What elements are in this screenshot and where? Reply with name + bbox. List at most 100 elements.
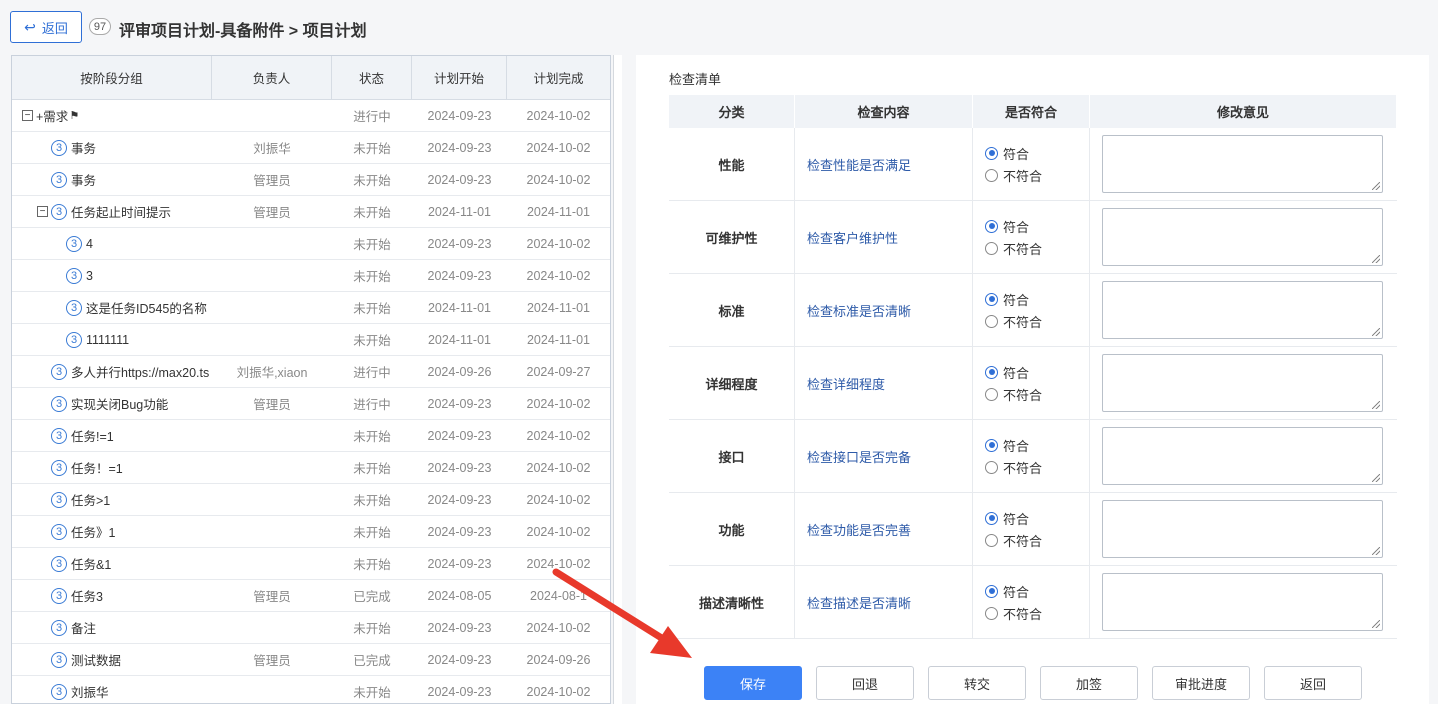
table-row[interactable]: − +需求 ⚑ 进行中 2024-09-23 2024-10-02 xyxy=(12,100,610,132)
task-name-cell[interactable]: 3 任务！=1 xyxy=(12,452,212,484)
table-row[interactable]: 3 这是任务ID545的名称 未开始 2024-11-01 2024-11-01 xyxy=(12,292,610,324)
radio-icon[interactable] xyxy=(985,146,998,160)
table-row[interactable]: 3 测试数据 管理员 已完成 2024-09-23 2024-09-26 xyxy=(12,644,610,676)
radio-icon[interactable] xyxy=(985,387,998,401)
transfer-button[interactable]: 转交 xyxy=(928,666,1026,700)
task-name-cell[interactable]: 3 任务>1 xyxy=(12,484,212,516)
radio-icon[interactable] xyxy=(985,438,998,452)
table-row[interactable]: 3 备注 未开始 2024-09-23 2024-10-02 xyxy=(12,612,610,644)
radio-noncompliant[interactable]: 不符合 xyxy=(985,239,1042,258)
task-name-cell[interactable]: 3 任务&1 xyxy=(12,548,212,580)
back-button[interactable]: ↩ 返回 xyxy=(10,11,82,43)
task-name-cell[interactable]: 33 xyxy=(12,260,212,292)
task-name-cell[interactable]: −3 任务起止时间提示 xyxy=(12,196,212,228)
comment-textarea[interactable] xyxy=(1102,427,1383,485)
radio-icon[interactable] xyxy=(985,365,998,379)
radio-icon[interactable] xyxy=(985,219,998,233)
table-row[interactable]: 3 任务>1 未开始 2024-09-23 2024-10-02 xyxy=(12,484,610,516)
task-name-cell[interactable]: 3 这是任务ID545的名称 xyxy=(12,292,212,324)
table-row[interactable]: 3 4 未开始 2024-09-23 2024-10-02 xyxy=(12,228,610,260)
radio-noncompliant[interactable]: 不符合 xyxy=(985,312,1042,331)
table-row[interactable]: 3 1111111 未开始 2024-11-01 2024-11-01 xyxy=(12,324,610,356)
radio-icon[interactable] xyxy=(985,533,998,547)
task-name-cell[interactable]: 3 任务!=1 xyxy=(12,420,212,452)
radio-icon[interactable] xyxy=(985,511,998,525)
comment-textarea[interactable] xyxy=(1102,573,1383,631)
task-name-cell[interactable]: 3 事务 xyxy=(12,132,212,164)
collapse-toggle-icon[interactable]: − xyxy=(37,206,48,217)
check-content-link[interactable]: 检查接口是否完备 xyxy=(795,420,973,492)
radio-icon[interactable] xyxy=(985,292,998,306)
task-name-cell[interactable]: 3 任务》1 xyxy=(12,516,212,548)
comment-textarea[interactable] xyxy=(1102,208,1383,266)
table-row[interactable]: 3 实现关闭Bug功能 管理员 进行中 2024-09-23 2024-10-02 xyxy=(12,388,610,420)
add-sign-button[interactable]: 加签 xyxy=(1040,666,1138,700)
table-row[interactable]: 3 任务3 管理员 已完成 2024-08-05 2024-08-1 xyxy=(12,580,610,612)
check-content-link[interactable]: 检查客户维护性 xyxy=(795,201,973,273)
task-name-cell[interactable]: 34 xyxy=(12,228,212,260)
table-row[interactable]: 3 多人并行https://max20.ts 刘振华,xiaon 进行中 2024-09… xyxy=(12,356,610,388)
approval-progress-button[interactable]: 审批进度 xyxy=(1152,666,1250,700)
radio-compliant[interactable]: 符合 xyxy=(985,144,1029,163)
save-button[interactable]: 保存 xyxy=(704,666,802,700)
task-name-cell[interactable]: 3 测试数据 xyxy=(12,644,212,676)
radio-icon[interactable] xyxy=(985,606,998,620)
task-name-cell[interactable]: 3 刘振华 xyxy=(12,676,212,704)
column-header-group[interactable]: 按阶段分组 xyxy=(12,56,212,99)
column-header-status[interactable]: 状态 xyxy=(332,56,412,99)
compliance-radio-group: 符合 不符合 xyxy=(973,566,1090,638)
radio-icon[interactable] xyxy=(985,168,998,182)
radio-noncompliant[interactable]: 不符合 xyxy=(985,385,1042,404)
collapse-toggle-icon[interactable]: − xyxy=(22,110,33,121)
radio-noncompliant[interactable]: 不符合 xyxy=(985,166,1042,185)
radio-noncompliant-label: 不符合 xyxy=(1003,241,1043,257)
radio-icon[interactable] xyxy=(985,314,998,328)
task-type-icon: 3 xyxy=(51,587,67,604)
check-content-link[interactable]: 检查描述是否清晰 xyxy=(795,566,973,638)
table-row[interactable]: 3 刘振华 未开始 2024-09-23 2024-10-02 xyxy=(12,676,610,704)
column-header-owner[interactable]: 负责人 xyxy=(212,56,332,99)
table-row[interactable]: 3 3 未开始 2024-09-23 2024-10-02 xyxy=(12,260,610,292)
radio-compliant[interactable]: 符合 xyxy=(985,363,1029,382)
radio-compliant[interactable]: 符合 xyxy=(985,217,1029,236)
task-name-cell[interactable]: 3 任务3 xyxy=(12,580,212,612)
comment-textarea[interactable] xyxy=(1102,354,1383,412)
rollback-button[interactable]: 回退 xyxy=(816,666,914,700)
radio-icon[interactable] xyxy=(985,584,998,598)
table-row[interactable]: 3 任务》1 未开始 2024-09-23 2024-10-02 xyxy=(12,516,610,548)
radio-icon[interactable] xyxy=(985,241,998,255)
column-header-plan-start[interactable]: 计划开始 xyxy=(412,56,507,99)
check-content-link[interactable]: 检查性能是否满足 xyxy=(795,128,973,200)
radio-noncompliant[interactable]: 不符合 xyxy=(985,604,1042,623)
table-row[interactable]: 3 任务！=1 未开始 2024-09-23 2024-10-02 xyxy=(12,452,610,484)
table-row[interactable]: 3 任务!=1 未开始 2024-09-23 2024-10-02 xyxy=(12,420,610,452)
column-header-plan-end[interactable]: 计划完成 xyxy=(507,56,610,99)
comment-textarea[interactable] xyxy=(1102,500,1383,558)
comment-textarea[interactable] xyxy=(1102,135,1383,193)
radio-compliant[interactable]: 符合 xyxy=(985,582,1029,601)
task-name-cell[interactable]: 3 实现关闭Bug功能 xyxy=(12,388,212,420)
compliance-radio-group: 符合不符合 xyxy=(973,201,1090,273)
radio-icon[interactable] xyxy=(985,460,998,474)
splitter-scrollbar[interactable] xyxy=(613,55,622,704)
check-content-link[interactable]: 检查标准是否清晰 xyxy=(795,274,973,346)
table-row[interactable]: 3 事务 管理员 未开始 2024-09-23 2024-10-02 xyxy=(12,164,610,196)
table-row[interactable]: 3 任务&1 未开始 2024-09-23 2024-10-02 xyxy=(12,548,610,580)
radio-compliant[interactable]: 符合 xyxy=(985,436,1029,455)
radio-compliant[interactable]: 符合 xyxy=(985,509,1029,528)
task-name-cell[interactable]: 3 事务 xyxy=(12,164,212,196)
comment-textarea[interactable] xyxy=(1102,281,1383,339)
task-name-cell[interactable]: 3 备注 xyxy=(12,612,212,644)
task-name-cell[interactable]: 3 多人并行https://max20.ts xyxy=(12,356,212,388)
task-name-cell[interactable]: − +需求 ⚑ xyxy=(12,100,212,132)
check-content-link[interactable]: 检查详细程度 xyxy=(795,347,973,419)
radio-noncompliant[interactable]: 不符合 xyxy=(985,531,1042,550)
check-content-link[interactable]: 检查功能是否完善 xyxy=(795,493,973,565)
radio-compliant[interactable]: 符合 xyxy=(985,290,1029,309)
back-bottom-button[interactable]: 返回 xyxy=(1264,666,1362,700)
table-row[interactable]: 3 事务 刘振华 未开始 2024-09-23 2024-10-02 xyxy=(12,132,610,164)
category-cell: 可维护性 xyxy=(669,201,795,273)
radio-noncompliant[interactable]: 不符合 xyxy=(985,458,1042,477)
table-row[interactable]: −3 任务起止时间提示 管理员 未开始 2024-11-01 2024-11-01 xyxy=(12,196,610,228)
task-name-cell[interactable]: 3 1111111 xyxy=(12,324,212,356)
